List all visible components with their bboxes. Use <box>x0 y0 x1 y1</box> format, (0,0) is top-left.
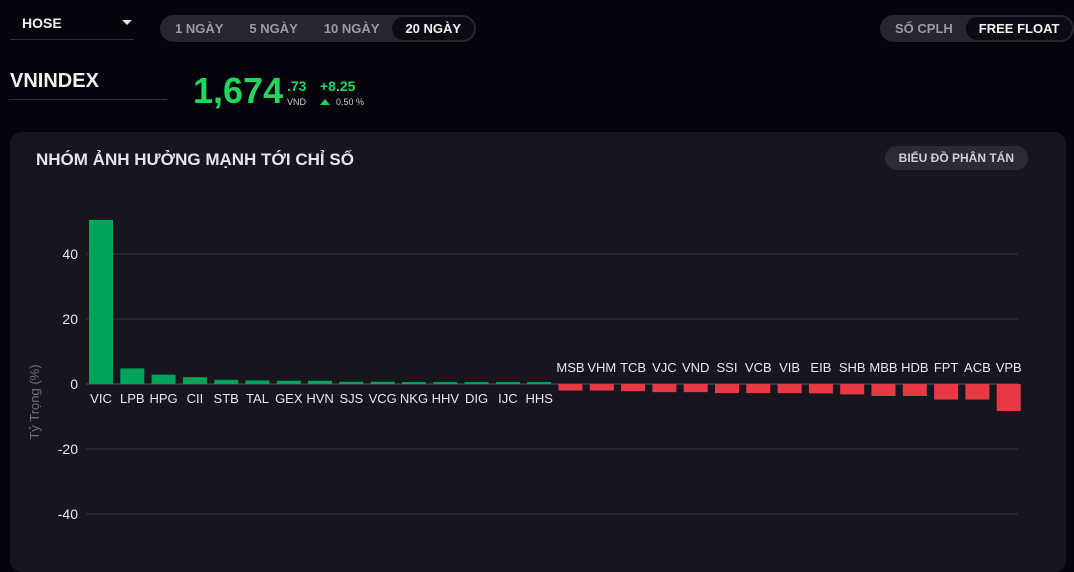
chart-panel: NHÓM ẢNH HƯỞNG MẠNH TỚI CHỈ SỐ BIỂU ĐỒ P… <box>10 132 1066 572</box>
index-price-decimal: .73 <box>287 78 307 94</box>
index-change-pct: 0.50 % <box>336 97 365 107</box>
bar <box>245 380 270 384</box>
bar <box>495 382 520 384</box>
exchange-select[interactable]: HOSE <box>10 12 134 40</box>
bar <box>871 384 896 397</box>
bar <box>214 379 239 384</box>
bar <box>339 381 364 384</box>
bar <box>808 384 833 394</box>
bar-chart: 40 20 0 -20 -40 Tỷ Trọng (%) VIC LPB HPG CII STB TA… <box>27 219 1022 522</box>
chevron-down-icon <box>122 20 132 25</box>
mode-tabs: SỐ CPLH FREE FLOAT <box>880 15 1074 42</box>
bar <box>527 382 552 384</box>
category-label: IJC <box>498 391 518 406</box>
category-label: MSB <box>556 360 584 375</box>
bar <box>402 382 426 384</box>
bar <box>433 382 458 384</box>
category-label: TAL <box>246 391 269 406</box>
category-label: VIC <box>90 391 112 406</box>
tab-20-day[interactable]: 20 NGÀY <box>392 17 475 40</box>
price-unit: VND <box>287 97 307 107</box>
bar <box>746 384 771 394</box>
category-label: HVN <box>306 391 333 406</box>
category-label: VHM <box>587 360 616 375</box>
category-label: SJS <box>339 391 363 406</box>
category-label: LPB <box>120 391 145 406</box>
tab-10-day[interactable]: 10 NGÀY <box>311 17 393 40</box>
tab-1-day[interactable]: 1 NGÀY <box>162 17 236 40</box>
bar <box>370 381 395 384</box>
y-tick-label: -40 <box>58 506 78 522</box>
category-label: STB <box>214 391 239 406</box>
category-label: TCB <box>620 360 646 375</box>
bar <box>934 384 959 400</box>
tab-so-cplh[interactable]: SỐ CPLH <box>882 17 966 40</box>
bar <box>715 384 739 394</box>
index-name: VNINDEX <box>10 70 167 100</box>
category-label: VCB <box>745 360 772 375</box>
period-tabs: 1 NGÀY 5 NGÀY 10 NGÀY 20 NGÀY <box>160 15 477 42</box>
category-label: VPB <box>996 360 1022 375</box>
category-label: VJC <box>652 360 677 375</box>
bar <box>777 384 802 394</box>
bar <box>589 384 614 391</box>
tab-5-day[interactable]: 5 NGÀY <box>236 17 310 40</box>
category-label: NKG <box>400 391 428 406</box>
index-price: 1,674 <box>193 70 284 111</box>
y-tick-label: 40 <box>62 246 78 262</box>
bar <box>902 384 927 397</box>
bar <box>621 384 646 392</box>
category-label: FPT <box>934 360 959 375</box>
category-label: HHV <box>432 391 460 406</box>
bar <box>840 384 865 395</box>
bar <box>683 384 708 393</box>
category-label: MBB <box>869 360 897 375</box>
category-label: SSI <box>717 360 738 375</box>
y-axis-label: Tỷ Trọng (%) <box>27 364 42 439</box>
category-label: HHS <box>525 391 553 406</box>
category-label: VIB <box>779 360 800 375</box>
bar <box>558 384 583 391</box>
category-label: CII <box>187 391 204 406</box>
exchange-label: HOSE <box>22 14 62 31</box>
y-tick-label: -20 <box>58 441 78 457</box>
category-label: VND <box>682 360 709 375</box>
bar <box>965 384 990 400</box>
category-label: SHB <box>839 360 866 375</box>
change-pct-row: 0.50 % <box>320 97 364 107</box>
bar <box>182 377 207 384</box>
tab-free-float[interactable]: FREE FLOAT <box>965 17 1073 40</box>
bar <box>464 382 489 384</box>
bar <box>151 374 176 384</box>
bar <box>308 380 333 384</box>
category-label: EIB <box>810 360 831 375</box>
bar <box>652 384 677 393</box>
bar <box>996 384 1021 411</box>
category-label: HPG <box>150 391 178 406</box>
bar <box>120 368 145 384</box>
y-tick-label: 0 <box>70 376 78 392</box>
bar <box>276 380 301 384</box>
y-tick-label: 20 <box>62 311 78 327</box>
category-label: VCG <box>369 391 397 406</box>
index-change: +8.25 <box>320 78 356 94</box>
bar <box>89 219 113 384</box>
category-label: GEX <box>275 391 303 406</box>
category-label: ACB <box>964 360 991 375</box>
category-label: DIG <box>465 391 488 406</box>
category-label: HDB <box>901 360 928 375</box>
arrow-up-icon <box>320 99 330 105</box>
